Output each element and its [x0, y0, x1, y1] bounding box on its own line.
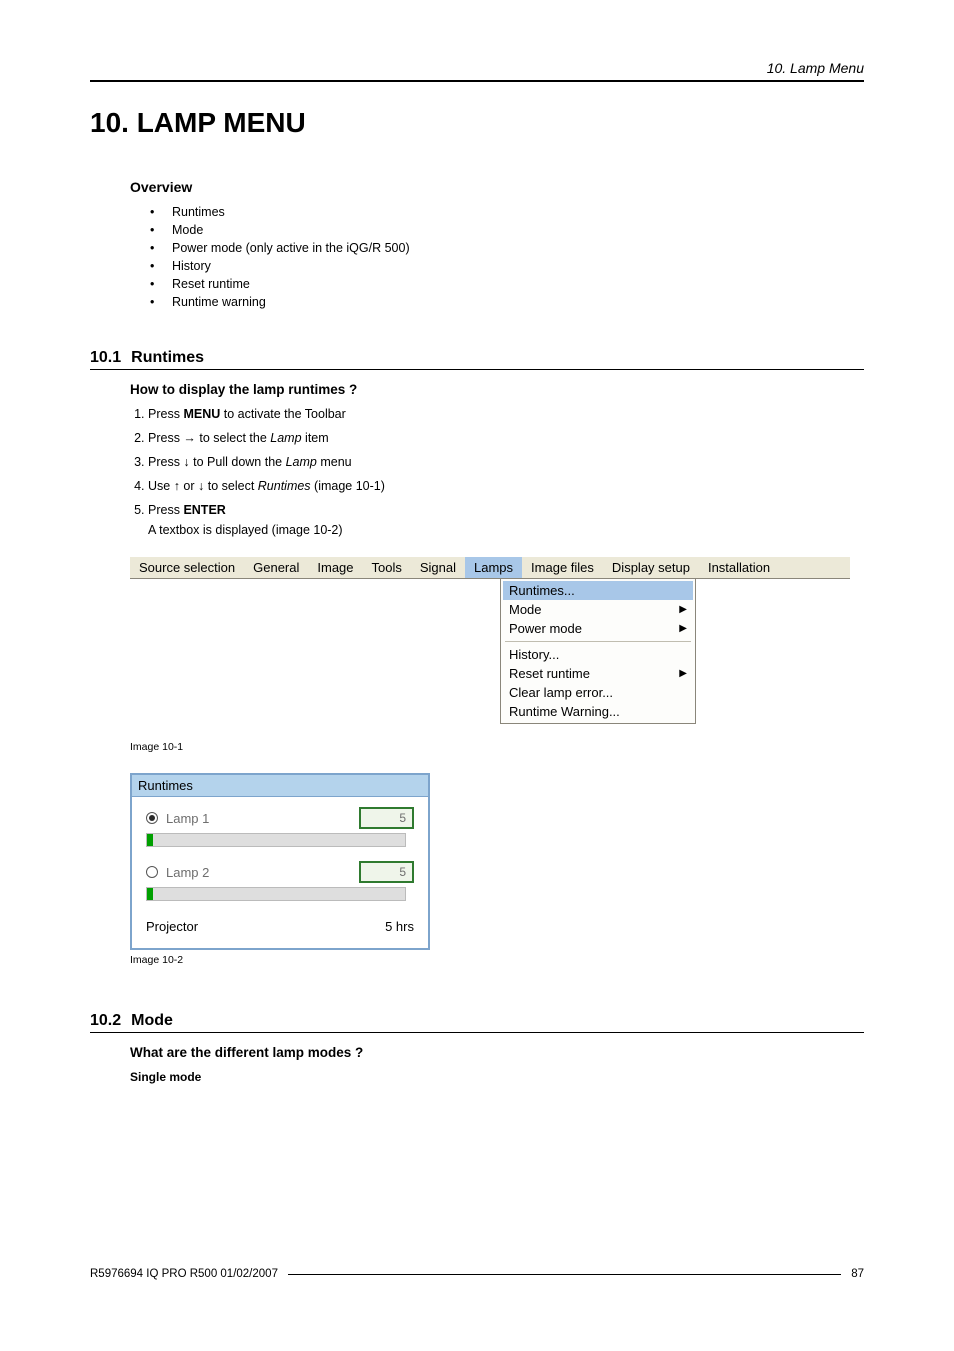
page-footer: R5976694 IQ PRO R500 01/02/2007 87 [90, 1268, 864, 1280]
dropdown-item-reset-runtime[interactable]: Reset runtime ▶ [503, 664, 693, 683]
menubar-item-general[interactable]: General [244, 557, 308, 578]
section-title: Mode [131, 1012, 173, 1030]
lamp1-label: Lamp 1 [166, 811, 209, 826]
overview-item: Runtimes [150, 205, 864, 219]
dropdown-item-mode[interactable]: Mode ▶ [503, 600, 693, 619]
menubar-item-tools[interactable]: Tools [363, 557, 411, 578]
overview-item: Power mode (only active in the iQG/R 500… [150, 241, 864, 255]
section-number: 10.2 [90, 1012, 121, 1030]
step-item: Press ENTER A textbox is displayed (imag… [148, 503, 864, 537]
section-runtimes-header: 10.1 Runtimes [90, 349, 864, 370]
menubar: Source selection General Image Tools Sig… [130, 557, 850, 579]
menubar-item-source-selection[interactable]: Source selection [130, 557, 244, 578]
submenu-arrow-icon: ▶ [679, 623, 687, 634]
step-item: Press MENU to activate the Toolbar [148, 407, 864, 421]
lamp1-progress-fill [147, 834, 153, 846]
steps-list: Press MENU to activate the Toolbar Press… [130, 407, 864, 537]
step-text: Press [148, 407, 183, 421]
step-text: Press ↓ to Pull down the [148, 455, 286, 469]
footer-rule [288, 1274, 841, 1275]
step-item: Use ↑ or ↓ to select Runtimes (image 10-… [148, 479, 864, 493]
step-item: Press ↓ to Pull down the Lamp menu [148, 455, 864, 469]
dropdown-label: Power mode [509, 621, 582, 636]
dropdown-item-runtime-warning[interactable]: Runtime Warning... [503, 702, 693, 721]
dropdown-separator [505, 641, 691, 642]
dropdown-label: Runtime Warning... [509, 704, 620, 719]
section-mode-header: 10.2 Mode [90, 1012, 864, 1033]
submenu-arrow-icon: ▶ [679, 668, 687, 679]
lamp1-value: 5 [359, 807, 414, 829]
step-item: Press → to select the Lamp item [148, 431, 864, 445]
menubar-item-image[interactable]: Image [308, 557, 362, 578]
dialog-title: Runtimes [132, 775, 428, 797]
overview-item: Reset runtime [150, 277, 864, 291]
dropdown-label: Reset runtime [509, 666, 590, 681]
runtimes-subheading: How to display the lamp runtimes ? [130, 382, 864, 397]
lamp2-value: 5 [359, 861, 414, 883]
section-number: 10.1 [90, 349, 121, 367]
lamp1-radio[interactable] [146, 812, 158, 824]
projector-label: Projector [146, 919, 198, 934]
step-text: Press [148, 503, 183, 517]
dropdown-item-clear-lamp-error[interactable]: Clear lamp error... [503, 683, 693, 702]
dropdown-label: History... [509, 647, 559, 662]
overview-heading: Overview [130, 179, 864, 195]
overview-item: History [150, 259, 864, 273]
dropdown-label: Mode [509, 602, 542, 617]
lamps-dropdown: Runtimes... Mode ▶ Power mode ▶ History.… [500, 579, 696, 724]
menubar-item-signal[interactable]: Signal [411, 557, 465, 578]
footer-page-number: 87 [851, 1268, 864, 1280]
menubar-item-display-setup[interactable]: Display setup [603, 557, 699, 578]
dropdown-item-history[interactable]: History... [503, 645, 693, 664]
lamp2-radio[interactable] [146, 866, 158, 878]
figure-caption-1: Image 10-1 [130, 741, 864, 753]
step-italic: Runtimes [258, 479, 311, 493]
step-text: menu [317, 455, 352, 469]
step-bold: ENTER [183, 503, 225, 517]
step-text: item [302, 431, 329, 445]
section-title: Runtimes [131, 349, 204, 367]
overview-list: Runtimes Mode Power mode (only active in… [150, 205, 864, 309]
lamp2-label: Lamp 2 [166, 865, 209, 880]
figure-caption-2: Image 10-2 [130, 954, 864, 966]
dropdown-label: Runtimes... [509, 583, 575, 598]
dropdown-label: Clear lamp error... [509, 685, 613, 700]
footer-doc-id: R5976694 IQ PRO R500 01/02/2007 [90, 1268, 278, 1280]
lamp2-progress-fill [147, 888, 153, 900]
mode-single-label: Single mode [130, 1070, 864, 1084]
runtimes-dialog: Runtimes Lamp 1 5 Lamp 2 5 [130, 773, 430, 950]
step-subtext: A textbox is displayed (image 10-2) [148, 523, 864, 537]
step-bold: MENU [183, 407, 220, 421]
menubar-item-installation[interactable]: Installation [699, 557, 779, 578]
step-italic: Lamp [286, 455, 317, 469]
step-italic: Lamp [270, 431, 301, 445]
step-text: Use ↑ or ↓ to select [148, 479, 258, 493]
projector-value: 5 hrs [385, 919, 414, 934]
lamp2-progress [146, 887, 406, 901]
mode-subheading: What are the different lamp modes ? [130, 1045, 864, 1060]
submenu-arrow-icon: ▶ [679, 604, 687, 615]
lamp1-progress [146, 833, 406, 847]
dropdown-item-power-mode[interactable]: Power mode ▶ [503, 619, 693, 638]
step-text: to activate the Toolbar [220, 407, 346, 421]
step-text: (image 10-1) [311, 479, 385, 493]
page-header-section: 10. Lamp Menu [90, 60, 864, 82]
step-text: Press → to select the [148, 431, 270, 445]
dropdown-item-runtimes[interactable]: Runtimes... [503, 581, 693, 600]
figure-menubar: Source selection General Image Tools Sig… [130, 557, 864, 737]
menubar-item-image-files[interactable]: Image files [522, 557, 603, 578]
chapter-title: 10. LAMP MENU [90, 107, 864, 139]
overview-item: Runtime warning [150, 295, 864, 309]
menubar-item-lamps[interactable]: Lamps [465, 557, 522, 578]
overview-item: Mode [150, 223, 864, 237]
